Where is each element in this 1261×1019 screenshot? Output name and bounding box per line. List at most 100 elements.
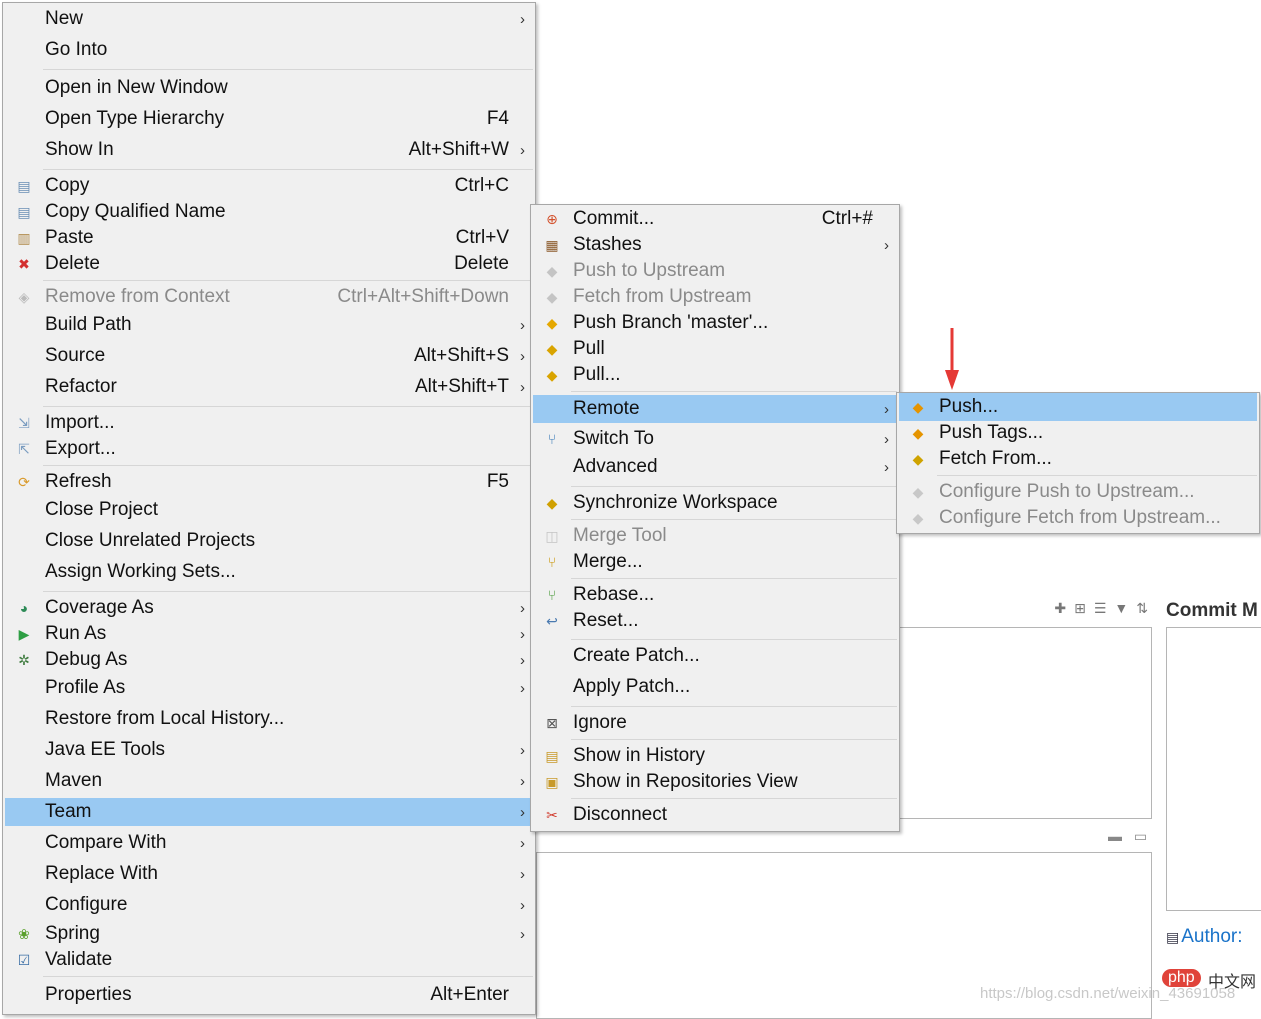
- main-menu-item-source[interactable]: Source Alt+Shift+S ›: [5, 342, 533, 370]
- add-all-icon[interactable]: ⊞: [1074, 600, 1086, 617]
- team-menu-item-commit[interactable]: ⊕ Commit... Ctrl+#: [533, 205, 897, 233]
- annotation-arrow-icon: [945, 328, 959, 390]
- main-menu-item-validate[interactable]: ☑ Validate: [5, 946, 533, 974]
- team-menu-item-remote[interactable]: Remote ›: [533, 395, 897, 423]
- remote-menu-item-fetch-from[interactable]: ◆ Fetch From...: [899, 445, 1257, 473]
- ignore-icon: ⊠: [546, 715, 558, 731]
- push-tags-icon: ◆: [912, 425, 924, 441]
- menu-item-label: Apply Patch...: [573, 676, 691, 697]
- team-menu-item-reset[interactable]: ↩ Reset...: [533, 607, 897, 635]
- submenu-arrow-icon: ›: [520, 896, 525, 914]
- menu-item-label: Team: [45, 801, 92, 822]
- menu-item-label: Advanced: [573, 456, 658, 477]
- menu-item-shortcut: Alt+Shift+T: [415, 376, 509, 397]
- main-menu-item-refresh[interactable]: ⟳ Refresh F5: [5, 468, 533, 496]
- coverage-icon: ◕: [19, 600, 29, 616]
- team-menu-item-push-branch-master[interactable]: ◆ Push Branch 'master'...: [533, 309, 897, 337]
- main-menu-item-debug-as[interactable]: ✲ Debug As ›: [5, 646, 533, 674]
- main-menu-item-go-into[interactable]: Go Into: [5, 36, 533, 64]
- main-menu-item-profile-as[interactable]: Profile As ›: [5, 674, 533, 702]
- team-menu-item-merge[interactable]: ⑂ Merge...: [533, 548, 897, 576]
- menu-item-label: Copy Qualified Name: [45, 201, 226, 222]
- main-menu-item-refactor[interactable]: Refactor Alt+Shift+T ›: [5, 373, 533, 401]
- menu-item-label: Profile As: [45, 677, 126, 698]
- minimize-maximize-icons[interactable]: ▬ ▭: [1108, 828, 1151, 845]
- remote-menu-item-push-tags[interactable]: ◆ Push Tags...: [899, 419, 1257, 447]
- menu-item-label: Validate: [45, 949, 113, 970]
- main-menu-item-spring[interactable]: ❀ Spring ›: [5, 920, 533, 948]
- menu-item-label: Properties: [45, 984, 132, 1005]
- menu-item-shortcut: Alt+Enter: [430, 984, 509, 1005]
- main-menu-item-properties[interactable]: Properties Alt+Enter: [5, 981, 533, 1009]
- team-menu-item-advanced[interactable]: Advanced ›: [533, 453, 897, 481]
- copy-icon: ▤: [17, 178, 31, 194]
- main-menu-item-java-ee-tools[interactable]: Java EE Tools ›: [5, 736, 533, 764]
- menu-item-label: Copy: [45, 175, 90, 196]
- menu-item-shortcut: Delete: [454, 253, 509, 274]
- menu-item-label: Open in New Window: [45, 77, 228, 98]
- menu-item-label: Coverage As: [45, 597, 154, 618]
- menu-separator: [43, 280, 533, 281]
- expand-all-icon[interactable]: ✚: [1054, 600, 1066, 617]
- team-menu-item-create-patch[interactable]: Create Patch...: [533, 642, 897, 670]
- menu-item-label: Restore from Local History...: [45, 708, 285, 729]
- team-menu-item-show-in-history[interactable]: ▤ Show in History: [533, 742, 897, 770]
- main-menu-item-export[interactable]: ⇱ Export...: [5, 435, 533, 463]
- rebase-icon: ⑂: [547, 587, 557, 603]
- pull-icon: ◆: [546, 341, 558, 357]
- export-icon: ⇱: [18, 441, 30, 457]
- main-menu-item-compare-with[interactable]: Compare With ›: [5, 829, 533, 857]
- team-menu-item-apply-patch[interactable]: Apply Patch...: [533, 673, 897, 701]
- switch-branch-icon: ⑂: [547, 431, 557, 447]
- main-menu-item-configure[interactable]: Configure ›: [5, 891, 533, 919]
- main-menu-item-import[interactable]: ⇲ Import...: [5, 409, 533, 437]
- main-menu-item-close-unrelated-projects[interactable]: Close Unrelated Projects: [5, 527, 533, 555]
- debug-icon: ✲: [18, 652, 30, 668]
- sort-icon[interactable]: ⇅: [1136, 600, 1148, 617]
- main-menu-item-run-as[interactable]: ▶ Run As ›: [5, 620, 533, 648]
- menu-item-label: New: [45, 8, 84, 29]
- main-menu-item-copy-qualified-name[interactable]: ▤ Copy Qualified Name: [5, 198, 533, 226]
- main-menu-item-open-in-new-window[interactable]: Open in New Window: [5, 74, 533, 102]
- main-menu-item-build-path[interactable]: Build Path ›: [5, 311, 533, 339]
- view-menu-icon[interactable]: ▼: [1114, 600, 1128, 617]
- team-menu-item-disconnect[interactable]: ✂ Disconnect: [533, 801, 897, 829]
- submenu-arrow-icon: ›: [520, 679, 525, 697]
- merge-icon: ⑂: [547, 554, 557, 570]
- author-icon: ▤: [1166, 929, 1180, 945]
- main-menu-item-delete[interactable]: ✖ Delete Delete: [5, 250, 533, 278]
- menu-item-shortcut: Ctrl+#: [821, 208, 873, 229]
- reset-icon: ↩: [546, 613, 558, 629]
- main-menu-item-assign-working-sets[interactable]: Assign Working Sets...: [5, 558, 533, 586]
- main-menu-item-new[interactable]: New ›: [5, 5, 533, 33]
- main-menu-item-paste[interactable]: ▥ Paste Ctrl+V: [5, 224, 533, 252]
- main-menu-item-restore-from-local-history[interactable]: Restore from Local History...: [5, 705, 533, 733]
- main-menu-item-maven[interactable]: Maven ›: [5, 767, 533, 795]
- menu-item-label: Build Path: [45, 314, 132, 335]
- team-menu-item-switch-to[interactable]: ⑂ Switch To ›: [533, 425, 897, 453]
- team-menu-item-pull[interactable]: ◆ Pull: [533, 335, 897, 363]
- team-menu-item-pull[interactable]: ◆ Pull...: [533, 361, 897, 389]
- main-menu-item-open-type-hierarchy[interactable]: Open Type Hierarchy F4: [5, 105, 533, 133]
- team-menu-item-rebase[interactable]: ⑂ Rebase...: [533, 581, 897, 609]
- main-menu-item-team[interactable]: Team ›: [5, 798, 533, 826]
- main-menu-item-close-project[interactable]: Close Project: [5, 496, 533, 524]
- main-menu-item-show-in[interactable]: Show In Alt+Shift+W ›: [5, 136, 533, 164]
- team-menu-item-show-in-repositories-view[interactable]: ▣ Show in Repositories View: [533, 768, 897, 796]
- team-menu-item-ignore[interactable]: ⊠ Ignore: [533, 709, 897, 737]
- merge-tool-icon: ◫: [545, 528, 559, 544]
- list-view-icon[interactable]: ☰: [1094, 600, 1107, 617]
- team-menu-item-synchronize-workspace[interactable]: ◆ Synchronize Workspace: [533, 489, 897, 517]
- menu-item-label: Configure Push to Upstream...: [939, 481, 1195, 502]
- main-menu-item-copy[interactable]: ▤ Copy Ctrl+C: [5, 172, 533, 200]
- team-menu-item-stashes[interactable]: ▦ Stashes ›: [533, 231, 897, 259]
- pull-dialog-icon: ◆: [546, 367, 558, 383]
- menu-item-shortcut: F5: [486, 471, 509, 492]
- main-menu-item-replace-with[interactable]: Replace With ›: [5, 860, 533, 888]
- menu-item-label: Fetch From...: [939, 448, 1052, 469]
- push-upstream-icon: ◆: [546, 263, 558, 279]
- main-menu-item-coverage-as[interactable]: ◕ Coverage As ›: [5, 594, 533, 622]
- menu-separator: [43, 465, 533, 466]
- submenu-arrow-icon: ›: [884, 236, 889, 254]
- remote-menu-item-push[interactable]: ◆ Push...: [899, 393, 1257, 421]
